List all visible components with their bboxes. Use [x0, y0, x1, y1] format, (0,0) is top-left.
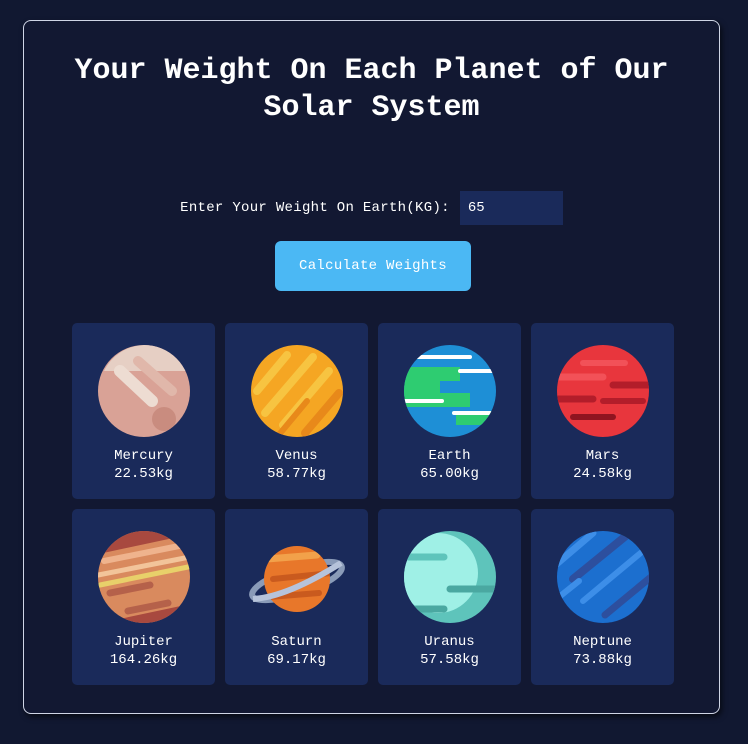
planet-weight: 73.88kg [573, 652, 632, 668]
venus-icon [250, 345, 343, 437]
page-title: Your Weight On Each Planet of Our Solar … [74, 54, 669, 125]
weight-input-row: Enter Your Weight On Earth(KG): [24, 191, 719, 225]
planet-name: Saturn [271, 634, 322, 650]
planet-card-mercury: Mercury 22.53kg [72, 323, 215, 499]
planet-card-venus: Venus 58.77kg [225, 323, 368, 499]
planet-card-mars: Mars 24.58kg [531, 323, 674, 499]
planet-weight: 65.00kg [420, 466, 479, 482]
mars-icon [556, 345, 649, 437]
saturn-icon [248, 546, 345, 612]
earth-icon [403, 345, 496, 437]
jupiter-icon [97, 531, 190, 623]
weight-input[interactable] [459, 191, 563, 225]
planet-name: Venus [275, 448, 318, 464]
planet-weight: 22.53kg [114, 466, 173, 482]
planet-weight: 164.26kg [109, 652, 178, 668]
weight-label: Enter Your Weight On Earth(KG): [180, 200, 450, 216]
calculate-button[interactable]: Calculate Weights [275, 241, 471, 291]
planet-name: Mercury [114, 448, 173, 464]
planet-name: Jupiter [114, 634, 173, 650]
uranus-icon [403, 531, 496, 623]
planet-name: Uranus [424, 634, 475, 650]
planet-name: Earth [428, 448, 471, 464]
planet-card-earth: Earth 65.00kg [378, 323, 521, 499]
planet-weight: 24.58kg [573, 466, 632, 482]
planet-card-jupiter: Jupiter 164.26kg [72, 509, 215, 685]
planet-weight: 69.17kg [267, 652, 326, 668]
mercury-icon [97, 345, 190, 437]
planet-name: Mars [585, 448, 620, 464]
planet-card-neptune: Neptune 73.88kg [531, 509, 674, 685]
planet-weight: 57.58kg [420, 652, 479, 668]
planet-grid: Mercury 22.53kg Venus 58.77kg Earth 65.0… [72, 323, 674, 685]
planet-card-saturn: Saturn 69.17kg [225, 509, 368, 685]
planet-weight: 58.77kg [267, 466, 326, 482]
neptune-icon [556, 531, 649, 623]
calculator-card: Your Weight On Each Planet of Our Solar … [23, 20, 720, 714]
planet-card-uranus: Uranus 57.58kg [378, 509, 521, 685]
planet-name: Neptune [573, 634, 632, 650]
